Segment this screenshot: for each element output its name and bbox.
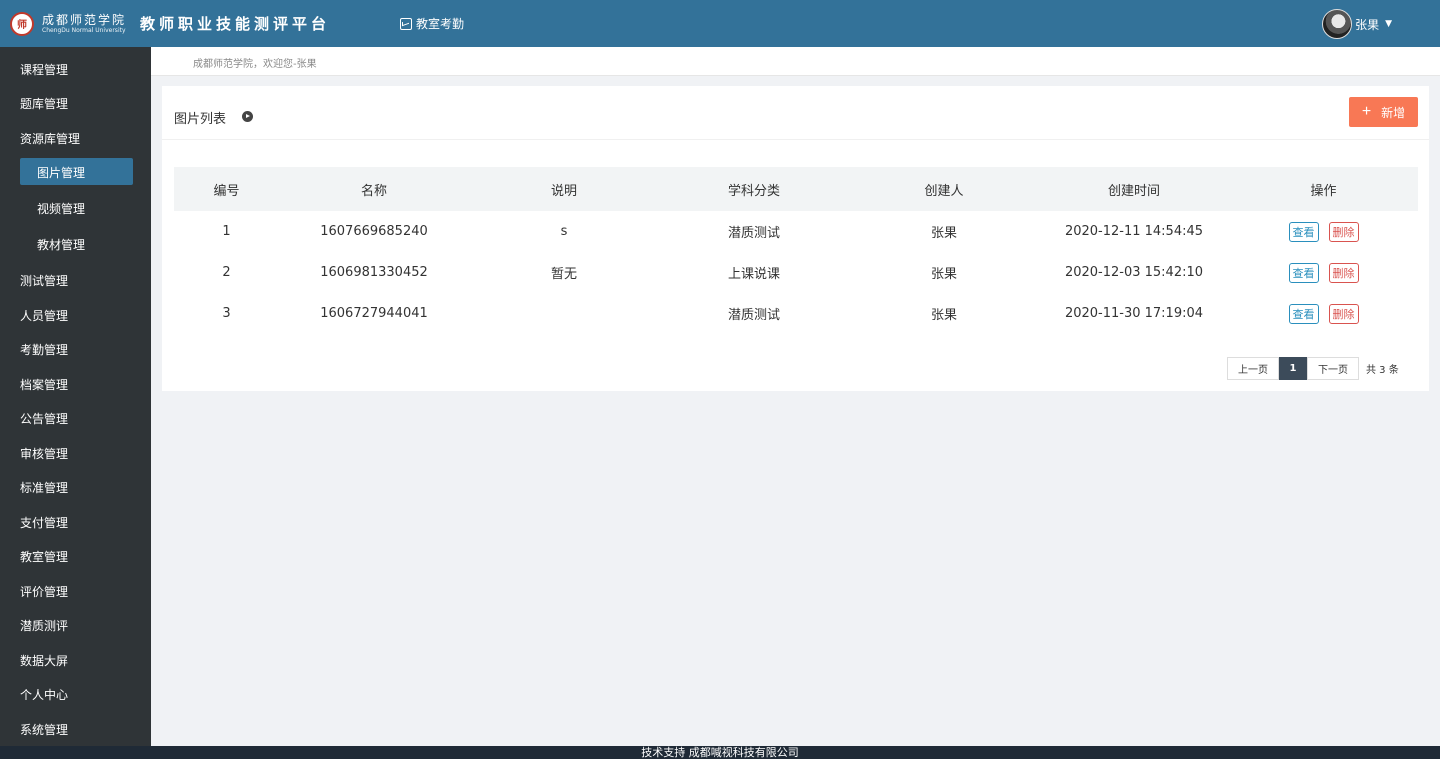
sidebar-item-archives[interactable]: 档案管理 bbox=[20, 376, 68, 393]
sidebar-item-standards[interactable]: 标准管理 bbox=[20, 479, 68, 496]
breadcrumb: 成都师范学院，欢迎您-张果 bbox=[151, 47, 1440, 76]
cell-category: 上课说课 bbox=[727, 267, 780, 282]
add-button[interactable]: + 新增 bbox=[1349, 97, 1418, 127]
cell-actions: 查看 删除 bbox=[1229, 293, 1418, 334]
cell-desc bbox=[469, 293, 659, 334]
sidebar-item-textbooks[interactable]: 教材管理 bbox=[37, 236, 85, 253]
sidebar-item-attendance[interactable]: 考勤管理 bbox=[20, 341, 68, 358]
user-menu[interactable]: 张果 ▼ bbox=[1322, 9, 1392, 39]
total-count: 共 3 条 bbox=[1366, 365, 1399, 376]
sidebar-item-classrooms[interactable]: 教室管理 bbox=[20, 548, 68, 565]
sidebar-item-personnel[interactable]: 人员管理 bbox=[20, 307, 68, 324]
logo-cn-name: 成都师范学院 bbox=[42, 12, 127, 27]
cell-name: 1607669685240 bbox=[320, 224, 428, 239]
page-1-button[interactable]: 1 bbox=[1279, 357, 1307, 380]
play-circle-icon[interactable] bbox=[242, 111, 253, 122]
cell-id: 2 bbox=[222, 265, 231, 280]
cell-creator: 张果 bbox=[930, 267, 957, 282]
sidebar-item-videos[interactable]: 视频管理 bbox=[37, 200, 85, 217]
classroom-attendance-label: 教室考勤 bbox=[416, 17, 465, 31]
cell-time: 2020-12-03 15:42:10 bbox=[1064, 265, 1204, 280]
caret-down-icon: ▼ bbox=[1385, 19, 1392, 29]
view-button[interactable]: 查看 bbox=[1288, 303, 1319, 324]
cell-category: 潜质测试 bbox=[727, 226, 780, 241]
table-row: 1 1607669685240 s 潜质测试 张果 2020-12-11 14:… bbox=[174, 211, 1418, 252]
classroom-attendance-link[interactable]: 教室考勤 bbox=[400, 15, 464, 32]
next-page-button[interactable]: 下一页 bbox=[1307, 357, 1359, 380]
page-title: 图片列表 bbox=[174, 112, 227, 127]
panel-header: 图片列表 + 新增 bbox=[162, 86, 1429, 140]
column-header: 说明 bbox=[550, 183, 577, 199]
column-header: 创建人 bbox=[924, 183, 964, 199]
pagination: 上一页 1 下一页 共 3 条 bbox=[1227, 357, 1399, 380]
footer: 技术支持 成都喊视科技有限公司 bbox=[0, 746, 1440, 759]
cell-creator: 张果 bbox=[930, 226, 957, 241]
cell-actions: 查看 删除 bbox=[1229, 252, 1418, 293]
logo-en-name: ChengDu Normal University bbox=[42, 26, 126, 34]
university-seal-icon: 师 bbox=[10, 11, 34, 36]
column-header: 名称 bbox=[360, 183, 387, 199]
cell-desc: s bbox=[560, 224, 568, 239]
cell-name: 1606981330452 bbox=[320, 265, 428, 280]
view-button[interactable]: 查看 bbox=[1288, 221, 1319, 242]
sidebar-item-system[interactable]: 系统管理 bbox=[20, 721, 68, 738]
plus-icon: + bbox=[1361, 103, 1372, 120]
sidebar-item-potential[interactable]: 潜质测评 bbox=[20, 617, 68, 634]
table-row: 3 1606727944041 潜质测试 张果 2020-11-30 17:19… bbox=[174, 293, 1418, 334]
add-button-label: 新增 bbox=[1381, 105, 1406, 120]
logo-text: 成都师范学院 ChengDu Normal University bbox=[42, 14, 126, 34]
sidebar-item-images[interactable]: 图片管理 bbox=[37, 164, 85, 181]
delete-button[interactable]: 删除 bbox=[1328, 303, 1359, 324]
cell-time: 2020-12-11 14:54:45 bbox=[1064, 224, 1204, 239]
cell-id: 1 bbox=[222, 224, 231, 239]
cell-actions: 查看 删除 bbox=[1229, 211, 1418, 252]
sidebar-item-data-screen[interactable]: 数据大屏 bbox=[20, 652, 68, 669]
cell-creator: 张果 bbox=[930, 308, 957, 323]
cell-time: 2020-11-30 17:19:04 bbox=[1064, 306, 1204, 321]
view-button[interactable]: 查看 bbox=[1288, 262, 1319, 283]
cell-category: 潜质测试 bbox=[727, 308, 780, 323]
delete-button[interactable]: 删除 bbox=[1328, 262, 1359, 283]
sidebar-item-profile[interactable]: 个人中心 bbox=[20, 686, 68, 703]
welcome-text: 成都师范学院，欢迎您-张果 bbox=[193, 59, 317, 70]
image-list-panel: 图片列表 + 新增 编号 名称 说明 学科分类 创建人 创建时间 操作 1 16… bbox=[162, 86, 1429, 391]
sidebar-item-announcements[interactable]: 公告管理 bbox=[20, 410, 68, 427]
sidebar-item-course[interactable]: 课程管理 bbox=[20, 61, 68, 78]
sidebar-item-evaluation[interactable]: 评价管理 bbox=[20, 583, 68, 600]
table-header-row: 编号 名称 说明 学科分类 创建人 创建时间 操作 bbox=[174, 167, 1418, 211]
avatar bbox=[1322, 9, 1353, 39]
table-row: 2 1606981330452 暂无 上课说课 张果 2020-12-03 15… bbox=[174, 252, 1418, 293]
sidebar-item-tests[interactable]: 测试管理 bbox=[20, 272, 68, 289]
column-header: 创建时间 bbox=[1107, 183, 1160, 199]
user-name: 张果 bbox=[1355, 17, 1380, 32]
column-header: 学科分类 bbox=[727, 183, 780, 199]
top-header: 师 成都师范学院 ChengDu Normal University 教师职业技… bbox=[0, 0, 1440, 47]
sidebar: 课程管理 题库管理 资源库管理 图片管理 视频管理 教材管理 测试管理 人员管理… bbox=[0, 47, 151, 746]
sidebar-item-review[interactable]: 审核管理 bbox=[20, 445, 68, 462]
cell-desc: 暂无 bbox=[550, 267, 577, 282]
sidebar-item-payment[interactable]: 支付管理 bbox=[20, 514, 68, 531]
cell-name: 1606727944041 bbox=[320, 306, 428, 321]
column-header: 编号 bbox=[213, 183, 240, 199]
university-logo[interactable]: 师 成都师范学院 ChengDu Normal University bbox=[10, 11, 126, 36]
image-table: 编号 名称 说明 学科分类 创建人 创建时间 操作 1 160766968524… bbox=[174, 167, 1418, 334]
sidebar-item-resources[interactable]: 资源库管理 bbox=[20, 130, 80, 147]
delete-button[interactable]: 删除 bbox=[1328, 221, 1359, 242]
cell-id: 3 bbox=[222, 306, 231, 321]
column-header: 操作 bbox=[1310, 183, 1337, 199]
chart-icon bbox=[400, 17, 413, 30]
prev-page-button[interactable]: 上一页 bbox=[1227, 357, 1279, 380]
platform-title: 教师职业技能测评平台 bbox=[140, 15, 331, 33]
sidebar-item-question-bank[interactable]: 题库管理 bbox=[20, 95, 68, 112]
